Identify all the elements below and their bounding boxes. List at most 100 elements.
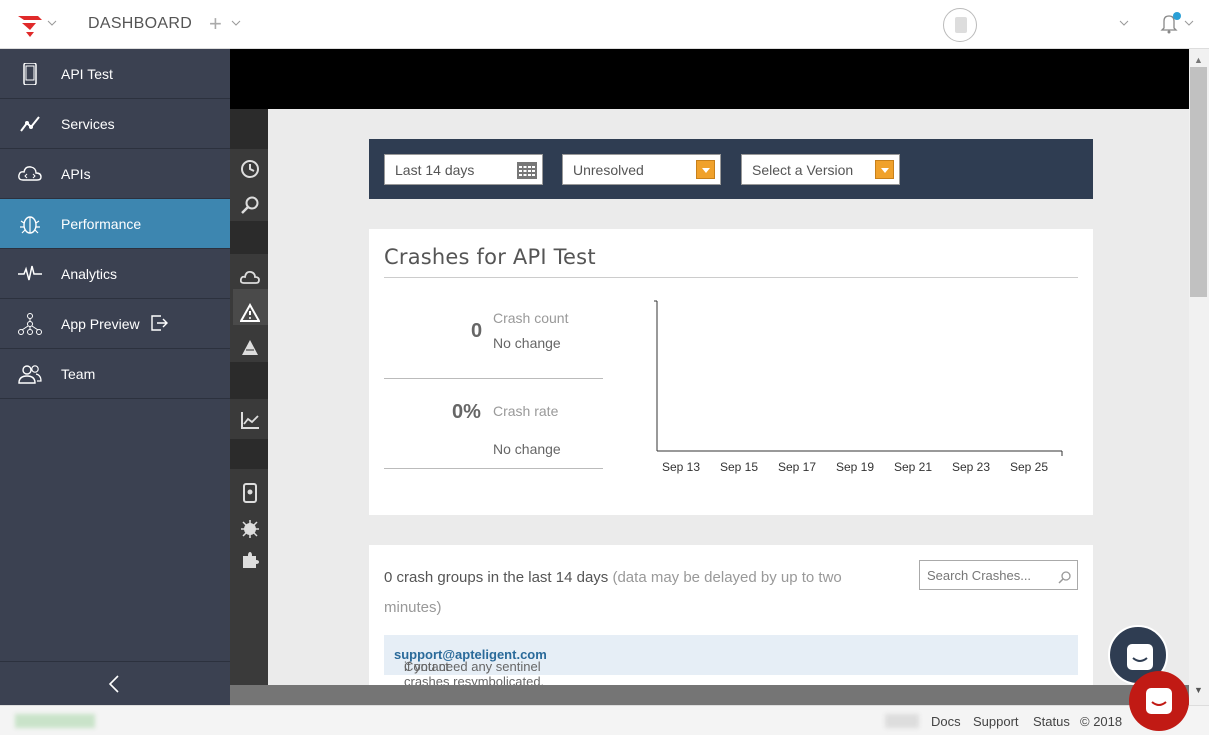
external-link-icon[interactable] <box>150 314 168 332</box>
footer-link-status[interactable]: Status <box>1033 714 1070 729</box>
sidebar-item-label: API Test <box>61 66 113 82</box>
x-tick-label: Sep 19 <box>836 460 874 474</box>
footer-blurred-item <box>885 714 919 728</box>
x-tick-label: Sep 25 <box>1010 460 1048 474</box>
x-tick-label: Sep 17 <box>778 460 816 474</box>
header-banner <box>230 49 1189 109</box>
crash-count-label: Crash count <box>493 310 569 326</box>
search-placeholder: Search Crashes... <box>927 568 1032 583</box>
notifications-bell-icon[interactable] <box>1160 12 1181 34</box>
sidebar-item-services[interactable]: Services <box>0 99 230 149</box>
x-tick-label: Sep 13 <box>662 460 700 474</box>
crash-count-value: 0 <box>471 320 483 342</box>
sidebar-item-api-test[interactable]: API Test <box>0 49 230 99</box>
divider <box>384 468 603 469</box>
puzzle-icon[interactable] <box>240 550 260 570</box>
scroll-up-arrow-icon[interactable]: ▲ <box>1194 55 1203 65</box>
resymbolicate-notice: Contact support@apteligent.com if you ne… <box>384 635 1078 685</box>
crash-groups-summary: 0 crash groups in the last 14 days (data… <box>384 563 884 623</box>
calendar-icon[interactable] <box>517 160 537 179</box>
divider <box>384 277 1078 278</box>
pulse-icon <box>18 265 42 281</box>
scroll-down-arrow-icon[interactable]: ▼ <box>1194 685 1203 695</box>
sidebar-item-label: Performance <box>61 216 142 232</box>
collapse-sidebar-button[interactable] <box>0 661 230 705</box>
version-select[interactable]: Select a Version <box>741 154 900 185</box>
team-icon <box>18 365 42 384</box>
chevron-down-icon[interactable] <box>1119 20 1129 27</box>
crash-count-change: No change <box>493 335 561 351</box>
secondary-icon-rail <box>230 109 268 685</box>
crash-rate-label: Crash rate <box>493 403 559 419</box>
device-icon[interactable] <box>240 483 260 503</box>
filter-bar: Last 14 days Unresolved Select a Version <box>369 139 1093 199</box>
x-tick-label: Sep 15 <box>720 460 758 474</box>
cloud-icon[interactable] <box>240 267 260 287</box>
search-crashes-input[interactable]: Search Crashes... <box>919 560 1078 590</box>
card-title: Crashes for API Test <box>384 245 596 269</box>
chat-icon <box>1127 644 1153 670</box>
date-range-picker[interactable]: Last 14 days <box>384 154 543 185</box>
apteligent-logo-icon[interactable] <box>16 12 44 38</box>
sidebar-item-label: Analytics <box>61 266 118 282</box>
chevron-down-icon[interactable] <box>1184 20 1194 27</box>
crashes-card: Crashes for API Test 0 Crash count No ch… <box>369 229 1093 515</box>
horizontal-scrollbar[interactable] <box>230 685 1189 705</box>
footer-link-docs[interactable]: Docs <box>931 714 961 729</box>
sidebar-item-apis[interactable]: APIs <box>0 149 230 199</box>
user-menu[interactable] <box>988 8 1110 38</box>
sidebar-item-label: App Preview <box>61 316 140 332</box>
sidebar-item-app-preview[interactable]: App Preview <box>0 299 230 349</box>
sidebar-item-label: Services <box>61 116 115 132</box>
bug-icon <box>20 216 40 234</box>
search-icon[interactable] <box>1058 570 1072 584</box>
bug-settings-icon[interactable] <box>240 519 260 539</box>
chat-icon <box>1146 688 1172 714</box>
clock-icon[interactable] <box>240 159 260 179</box>
hierarchy-icon <box>18 313 42 335</box>
search-icon[interactable] <box>240 195 260 215</box>
divider <box>384 378 603 379</box>
dashboard-link[interactable]: DASHBOARD <box>88 15 192 33</box>
footer-link-support[interactable]: Support <box>973 714 1019 729</box>
sidebar: API Test Services APIs Performance Analy… <box>0 49 230 705</box>
notification-dot <box>1173 12 1181 20</box>
scrollbar-thumb[interactable] <box>1190 67 1207 297</box>
dropdown-arrow-icon[interactable] <box>875 160 894 179</box>
chevron-down-icon[interactable] <box>47 20 57 27</box>
intercom-launcher-button[interactable] <box>1129 671 1189 731</box>
sidebar-item-analytics[interactable]: Analytics <box>0 249 230 299</box>
status-select-value: Unresolved <box>573 162 644 178</box>
sidebar-item-team[interactable]: Team <box>0 349 230 399</box>
footer-copyright: © 2018 <box>1080 714 1123 729</box>
tree-icon[interactable] <box>240 338 260 358</box>
status-select[interactable]: Unresolved <box>562 154 721 185</box>
status-indicator <box>15 714 95 728</box>
chevron-left-icon <box>108 675 119 693</box>
crash-groups-card: 0 crash groups in the last 14 days (data… <box>369 545 1093 685</box>
dropdown-arrow-icon[interactable] <box>696 160 715 179</box>
x-tick-label: Sep 23 <box>952 460 990 474</box>
footer: Docs Support Status © 2018 <box>0 705 1209 735</box>
version-select-value: Select a Version <box>752 162 854 178</box>
crash-groups-count: 0 crash groups in the last 14 days <box>384 569 609 586</box>
date-range-value: Last 14 days <box>395 162 475 178</box>
sidebar-item-performance[interactable]: Performance <box>0 199 230 249</box>
cloud-code-icon <box>18 166 42 181</box>
crash-rate-change: No change <box>493 441 561 457</box>
phone-icon <box>23 63 37 85</box>
user-avatar[interactable] <box>943 8 977 42</box>
x-tick-label: Sep 21 <box>894 460 932 474</box>
warning-icon[interactable] <box>240 303 260 323</box>
chevron-down-icon[interactable] <box>231 20 241 27</box>
top-bar: DASHBOARD + <box>0 0 1209 49</box>
line-chart-icon[interactable] <box>240 410 260 430</box>
vertical-scrollbar[interactable]: ▲ ▼ <box>1189 49 1209 705</box>
crash-chart: Sep 13 Sep 15 Sep 17 Sep 19 Sep 21 Sep 23 Sep … <box>654 300 1063 474</box>
main-content: Last 14 days Unresolved Select a Version… <box>268 109 1189 685</box>
add-icon[interactable]: + <box>209 11 222 37</box>
notice-suffix: if you need any sentinel crashes resymbo… <box>404 659 545 685</box>
sidebar-item-label: Team <box>61 366 96 382</box>
crash-rate-value: 0% <box>452 401 481 423</box>
sidebar-item-label: APIs <box>61 166 91 182</box>
